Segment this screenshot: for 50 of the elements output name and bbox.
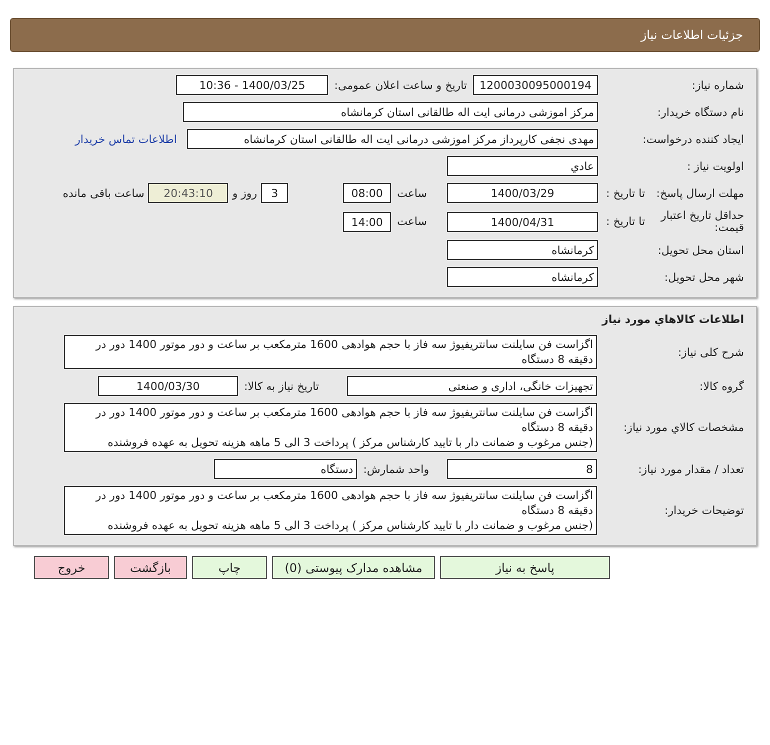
field-label: واحد شمارش: — [363, 462, 429, 476]
action-button[interactable]: بازگشت — [114, 556, 187, 580]
time-label: ساعت — [397, 186, 427, 200]
field-label: شهر محل تحویل: — [664, 270, 744, 284]
buyer-contact-link[interactable]: اطلاعات تماس خریدار — [75, 132, 177, 146]
days-label: روز و — [232, 186, 258, 200]
requester-field: مهدی نجفی کارپرداز مرکز اموزشی درمانی ایت اله طالقانی استان کرمانشاه — [187, 129, 598, 149]
city-field: کرمانشاه — [447, 267, 598, 288]
goods-group-field: تجهیزات خانگی، اداری و صنعتی — [347, 376, 597, 396]
specs-field: اگزاست فن سایلنت سانتریفیوژ سه فاز با حجم هوادهی 1600 مترمکعب بر ساعت و دور موتور 1400 دور در دقیقه 8 دستگاه (جنس مرغوب و ضمانت دار با تایید کارشناس مرکز ) پرداخت 3 الی 5 ماهه هزینه تحویل به عهده فروشنده — [64, 403, 597, 452]
deadline-time-field: 08:00 — [343, 183, 392, 203]
unit-field: دستگاه — [214, 459, 358, 480]
field-label: حداقل تاریخ اعتبار قیمت: — [660, 210, 744, 234]
deadline-date-field: 1400/03/29 — [447, 183, 598, 203]
buyer-org-field: مرکز اموزشی درمانی ایت اله طالقانی استان کرمانشاه — [183, 102, 598, 122]
validity-time-field: 14:00 — [343, 212, 392, 232]
action-button[interactable]: مشاهده مدارک پیوستی (0) — [272, 556, 435, 580]
field-label: تاریخ و ساعت اعلان عمومی: — [334, 78, 467, 92]
field-label: توضیحات خریدار: — [664, 504, 744, 518]
description-field: اگزاست فن سایلنت سانتریفیوژ سه فاز با حجم هوادهی 1600 مترمکعب بر ساعت و دور موتور 1400 دور در دقیقه 8 دستگاه — [64, 335, 597, 370]
action-button[interactable]: پاسخ به نیاز — [440, 556, 610, 580]
page-title: جزئیات اطلاعات نیاز — [640, 28, 743, 42]
need-number-field: 1200030095000194 — [473, 75, 598, 95]
time-label: ساعت — [397, 215, 427, 228]
field-label: تاریخ نیاز به کالا: — [244, 380, 319, 393]
field-label: استان محل تحویل: — [658, 244, 744, 257]
field-label: نام دستگاه خریدار: — [657, 106, 744, 118]
field-label: مشخصات کالاي مورد نياز: — [623, 421, 744, 434]
days-field: 3 — [261, 183, 288, 203]
quantity-field: 8 — [447, 459, 597, 480]
action-button[interactable]: چاپ — [192, 556, 267, 580]
remaining-label: ساعت باقی مانده — [62, 186, 144, 200]
field-label: گروه کالا: — [700, 380, 744, 393]
need-date-field: 1400/03/30 — [98, 376, 238, 396]
field-label: مهلت ارسال پاسخ: — [656, 186, 744, 200]
province-field: کرمانشاه — [447, 240, 598, 260]
field-label: اولویت نیاز : — [686, 160, 744, 172]
announce-date-field: 1400/03/25 - 10:36 — [176, 75, 328, 95]
field-label: تا تاریخ : — [606, 215, 645, 228]
section-title: اطلاعات کالاهاي مورد نياز — [600, 313, 745, 328]
validity-date-field: 1400/04/31 — [447, 212, 598, 232]
field-label: تعداد / مقدار مورد نیاز: — [638, 462, 744, 476]
field-label: شماره نیاز: — [692, 78, 744, 92]
field-label: شرح کلی نیاز: — [678, 346, 744, 359]
field-label: ایجاد کننده درخواست: — [642, 132, 744, 146]
field-label: تا تاریخ : — [606, 186, 645, 200]
remaining-time-field: 20:43:10 — [148, 183, 228, 203]
action-button[interactable]: خروج — [34, 556, 109, 580]
buyer-notes-field: اگزاست فن سایلنت سانتریفیوژ سه فاز با حجم هوادهی 1600 مترمکعب بر ساعت و دور موتور 1400 دور در دقیقه 8 دستگاه (جنس مرغوب و ضمانت دار با تایید کارشناس مرکز ) پرداخت 3 الی 5 ماهه هزینه تحویل به عهده فروشنده — [64, 486, 597, 536]
priority-field: عادي — [447, 156, 598, 176]
